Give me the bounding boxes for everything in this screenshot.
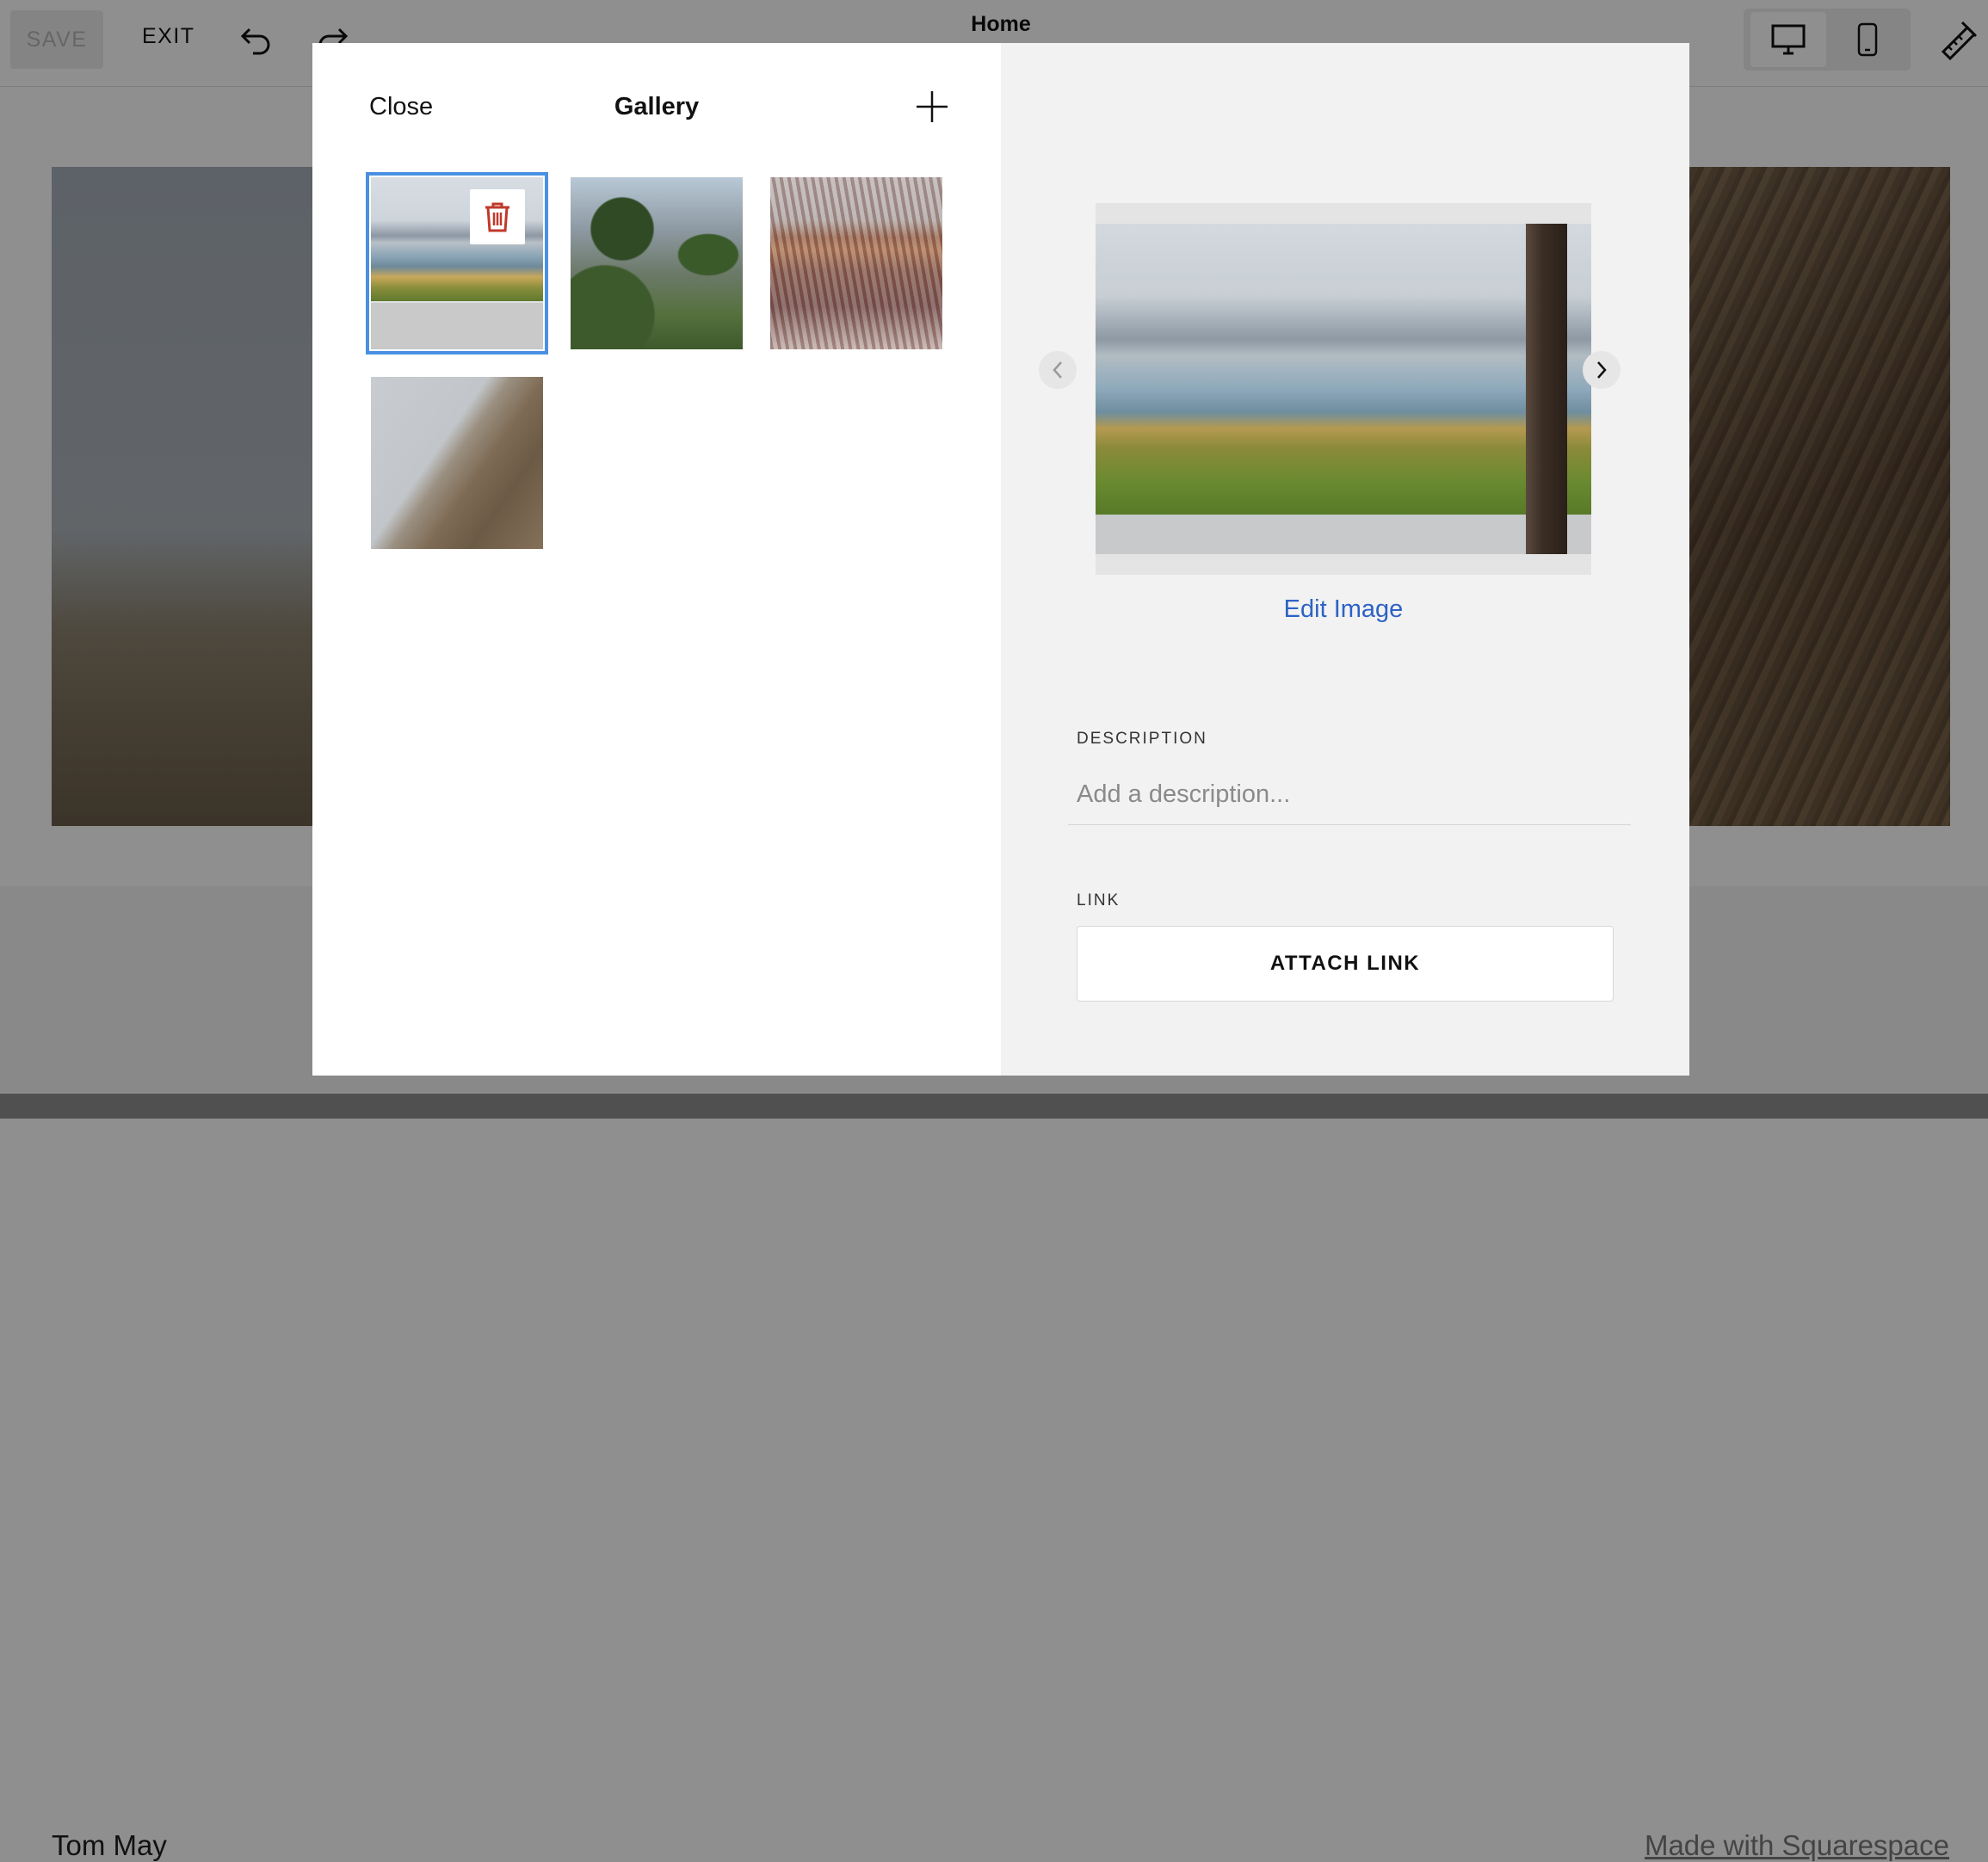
gallery-thumbnail[interactable] [571, 177, 743, 349]
image-preview [1096, 224, 1591, 554]
plus-icon[interactable] [915, 89, 949, 124]
close-button[interactable]: Close [369, 93, 433, 121]
preview-post [1526, 224, 1567, 554]
gallery-thumbnail[interactable] [371, 377, 543, 549]
chevron-left-icon [1053, 361, 1062, 379]
image-details-panel: Edit Image DESCRIPTION LINK ATTACH LINK [1001, 43, 1689, 1076]
description-label: DESCRIPTION [1077, 730, 1207, 748]
previous-image-button[interactable] [1039, 351, 1077, 389]
gallery-list-panel: Close Gallery [312, 43, 1001, 1076]
gallery-thumbnail[interactable] [770, 177, 942, 349]
footer-site-name: Tom May [52, 1829, 167, 1861]
gallery-title: Gallery [614, 93, 700, 120]
description-input[interactable] [1068, 764, 1631, 825]
edit-image-link[interactable]: Edit Image [1257, 595, 1429, 624]
trash-icon [485, 202, 509, 232]
delete-image-button[interactable] [470, 189, 525, 244]
gallery-modal: Close Gallery Edit Image DESCRIPTION Add… [312, 43, 1689, 1076]
attach-link-button[interactable]: ATTACH LINK [1077, 926, 1614, 1002]
chevron-right-icon [1597, 361, 1607, 379]
footer-squarespace-link[interactable]: Made with Squarespace [1645, 1829, 1949, 1862]
next-image-button[interactable] [1583, 351, 1621, 389]
link-label: LINK [1077, 891, 1121, 909]
